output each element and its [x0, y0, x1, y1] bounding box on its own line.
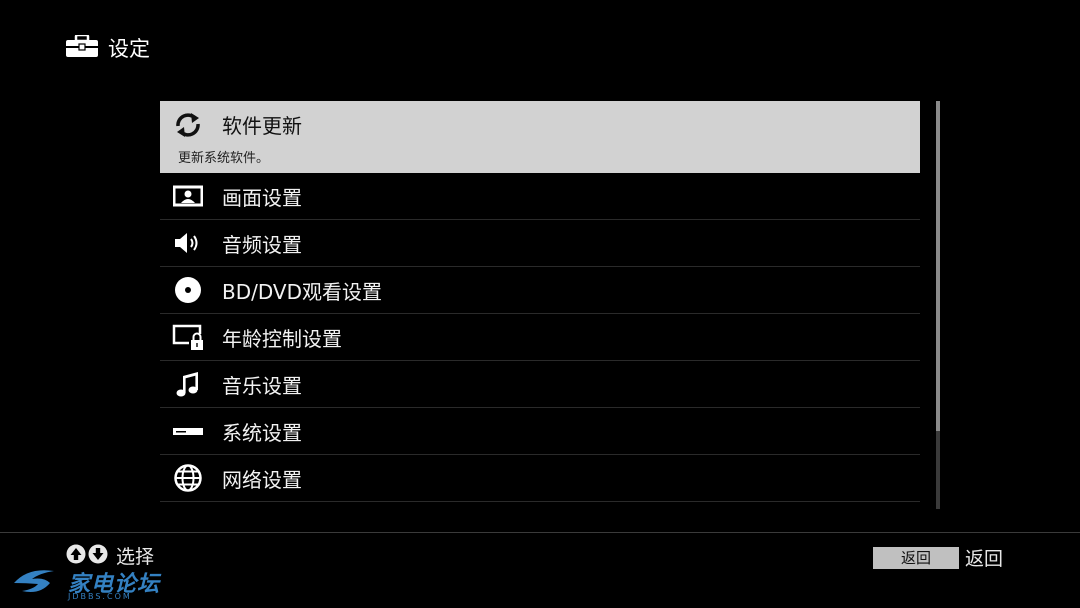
footer-divider [0, 532, 1080, 533]
picture-icon [172, 180, 204, 212]
menu-item-label: 音频设置 [222, 232, 302, 257]
toolbox-icon [66, 33, 98, 61]
menu-scrollbar[interactable] [936, 101, 940, 509]
menu-item-bd-dvd-settings[interactable]: BD/DVD观看设置 [160, 267, 920, 314]
menu-item-system-settings[interactable]: 系统设置 [160, 408, 920, 455]
menu-item-label: 画面设置 [222, 185, 302, 210]
disc-icon [172, 274, 204, 306]
refresh-icon [172, 109, 204, 141]
settings-menu: 软件更新 更新系统软件。 画面设置 音频设置 BD/DVD观看设置 年龄控制设置… [160, 101, 920, 502]
menu-item-audio-settings[interactable]: 音频设置 [160, 220, 920, 267]
back-hint-label: 返回 [965, 548, 1004, 570]
menu-item-label: 系统设置 [222, 420, 302, 445]
device-icon [172, 415, 204, 447]
watermark: 家电论坛 JDBBS.COM [10, 563, 160, 601]
menu-item-description: 更新系统软件。 [178, 150, 270, 166]
menu-item-network-settings[interactable]: 网络设置 [160, 455, 920, 502]
speaker-icon [172, 227, 204, 259]
menu-item-music-settings[interactable]: 音乐设置 [160, 361, 920, 408]
page-header: 设定 [66, 32, 150, 64]
menu-item-label: BD/DVD观看设置 [222, 279, 382, 304]
music-note-icon [172, 368, 204, 400]
watermark-logo-icon [10, 563, 64, 601]
menu-item-label: 网络设置 [222, 467, 302, 492]
menu-item-label: 音乐设置 [222, 373, 302, 398]
scroll-thumb[interactable] [936, 101, 940, 431]
page-title: 设定 [108, 37, 150, 61]
parental-lock-icon [172, 321, 204, 353]
watermark-domain: JDBBS.COM [68, 592, 132, 601]
menu-item-label: 年龄控制设置 [222, 326, 342, 351]
menu-item-picture-settings[interactable]: 画面设置 [160, 173, 920, 220]
globe-icon [172, 462, 204, 494]
back-hint[interactable]: 返回 返回 [873, 544, 1003, 571]
menu-item-parental-control[interactable]: 年龄控制设置 [160, 314, 920, 361]
back-key[interactable]: 返回 [873, 546, 959, 569]
menu-item-software-update[interactable]: 软件更新 更新系统软件。 [160, 101, 920, 173]
menu-item-label: 软件更新 [222, 114, 302, 138]
